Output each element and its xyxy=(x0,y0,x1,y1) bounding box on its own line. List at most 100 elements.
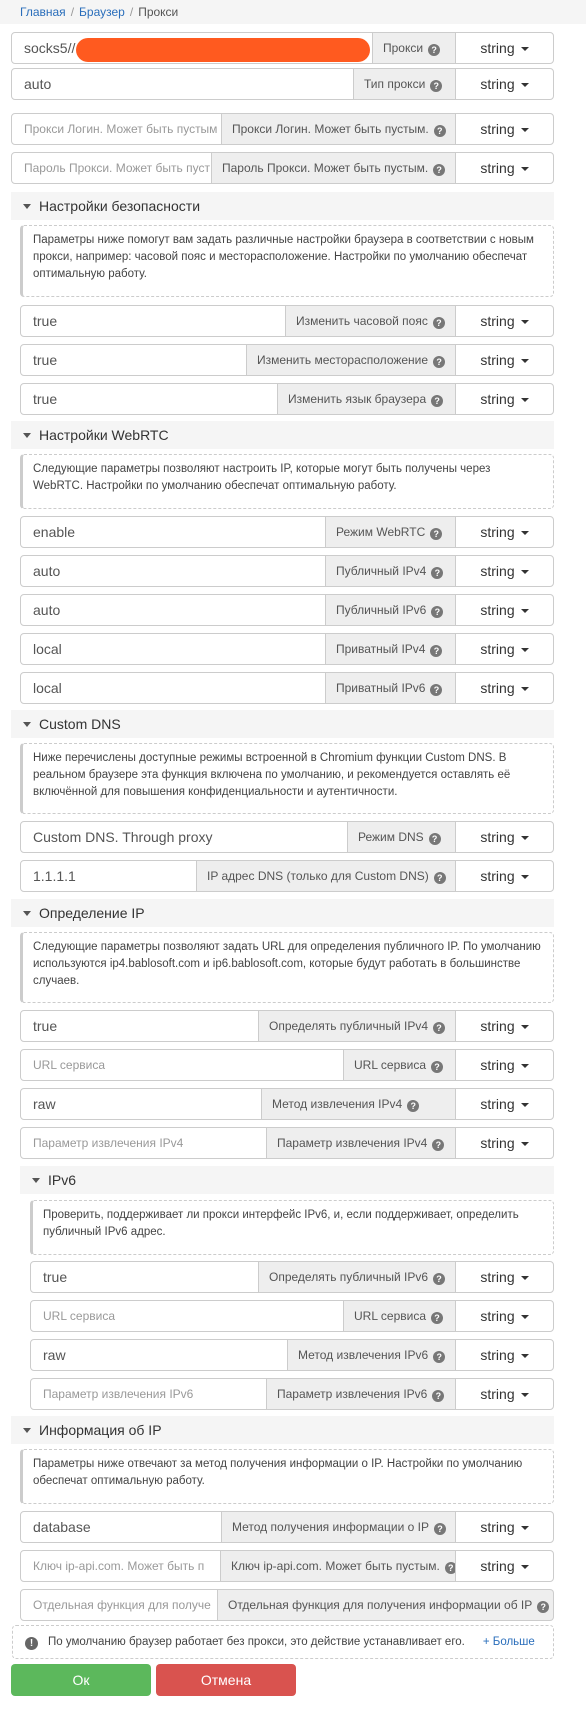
type-dropdown[interactable]: string xyxy=(455,152,554,184)
section-webrtc-header[interactable]: Настройки WebRTC xyxy=(11,421,554,449)
private-ipv4-input[interactable]: local xyxy=(20,633,326,665)
private-ipv6-input[interactable]: local xyxy=(20,672,326,704)
section-ip-detection-header[interactable]: Определение IP xyxy=(11,899,554,927)
caret-down-icon xyxy=(520,648,529,652)
extract-method-ipv4-input[interactable]: raw xyxy=(20,1088,262,1120)
caret-down-icon xyxy=(520,1354,529,1358)
public-ipv4-input[interactable]: auto xyxy=(20,555,326,587)
help-icon[interactable]: ? xyxy=(431,567,444,579)
type-dropdown[interactable]: string xyxy=(455,860,554,892)
type-dropdown[interactable]: string xyxy=(455,555,554,587)
type-dropdown[interactable]: string xyxy=(455,633,554,665)
type-dropdown[interactable]: string xyxy=(455,383,554,415)
help-icon[interactable]: ? xyxy=(430,80,443,92)
extract-method-ipv6-input[interactable]: raw xyxy=(30,1339,288,1371)
help-icon[interactable]: ? xyxy=(432,1390,445,1402)
type-dropdown[interactable]: string xyxy=(455,1378,554,1410)
help-icon[interactable]: ? xyxy=(431,395,444,407)
help-icon[interactable]: ? xyxy=(430,528,443,540)
ip-info-function-input[interactable]: Отдельная функция для получе xyxy=(20,1589,218,1621)
help-icon[interactable]: ? xyxy=(407,1100,420,1112)
section-custom-dns-header[interactable]: Custom DNS xyxy=(11,710,554,738)
dns-ip-input[interactable]: 1.1.1.1 xyxy=(20,860,197,892)
proxy-type-row: auto Тип прокси? string xyxy=(11,68,554,100)
ok-button[interactable]: Ок xyxy=(11,1664,151,1696)
type-dropdown[interactable]: string xyxy=(455,113,554,145)
help-icon[interactable]: ? xyxy=(432,317,445,329)
help-icon[interactable]: ? xyxy=(431,606,444,618)
detect-public-ipv4-input[interactable]: true xyxy=(20,1010,259,1042)
help-icon[interactable]: ? xyxy=(431,1061,443,1073)
caret-down-icon xyxy=(520,398,529,402)
ip-api-key-input[interactable]: Ключ ip-api.com. Может быть п xyxy=(20,1550,221,1582)
browser-language-input[interactable]: true xyxy=(20,383,278,415)
help-icon[interactable]: ? xyxy=(431,1312,443,1324)
type-dropdown[interactable]: string xyxy=(455,32,554,64)
help-icon[interactable]: ? xyxy=(430,684,443,696)
caret-down-icon xyxy=(520,83,529,87)
type-dropdown[interactable]: string xyxy=(455,1010,554,1042)
help-icon[interactable]: ? xyxy=(433,164,446,176)
webrtc-mode-input[interactable]: enable xyxy=(20,516,326,548)
public-ipv6-row: auto Публичный IPv6? string xyxy=(20,594,554,626)
help-icon[interactable]: ? xyxy=(428,44,441,56)
cancel-button[interactable]: Отмена xyxy=(156,1664,296,1696)
type-dropdown[interactable]: string xyxy=(455,1300,554,1332)
field-label: Ключ ip-api.com. Может быть пустым.? xyxy=(221,1550,457,1582)
more-link[interactable]: + Больше xyxy=(483,1636,535,1648)
help-icon[interactable]: ? xyxy=(430,645,443,657)
collapse-triangle-icon xyxy=(23,204,31,209)
help-icon[interactable]: ? xyxy=(433,356,446,368)
type-dropdown[interactable]: string xyxy=(455,68,554,100)
detect-public-ipv6-input[interactable]: true xyxy=(30,1261,259,1293)
ip-info-method-input[interactable]: database xyxy=(20,1511,222,1543)
type-dropdown[interactable]: string xyxy=(455,1127,554,1159)
service-url-ipv4-input[interactable]: URL сервиса xyxy=(20,1049,344,1081)
help-icon[interactable]: ? xyxy=(433,125,446,137)
location-input[interactable]: true xyxy=(20,344,247,376)
type-dropdown[interactable]: string xyxy=(455,305,554,337)
field-label: Режим WebRTC? xyxy=(326,516,455,548)
proxy-login-row: Прокси Логин. Может быть пустым Прокси Л… xyxy=(11,113,554,145)
breadcrumb-home-link[interactable]: Главная xyxy=(20,5,66,19)
section-ip-info-header[interactable]: Информация об IP xyxy=(11,1416,554,1444)
breadcrumb-current: Прокси xyxy=(138,5,179,19)
type-dropdown[interactable]: string xyxy=(455,821,554,853)
help-icon[interactable]: ? xyxy=(433,1523,446,1535)
type-dropdown[interactable]: string xyxy=(455,1049,554,1081)
extract-param-ipv6-input[interactable]: Параметр извлечения IPv6 xyxy=(30,1378,267,1410)
type-dropdown[interactable]: string xyxy=(455,344,554,376)
type-dropdown[interactable]: string xyxy=(455,1088,554,1120)
proxy-password-input[interactable]: Пароль Прокси. Может быть пуст xyxy=(11,152,212,184)
type-dropdown[interactable]: string xyxy=(455,672,554,704)
field-label: Режим DNS? xyxy=(348,821,455,853)
extract-param-ipv4-input[interactable]: Параметр извлечения IPv4 xyxy=(20,1127,267,1159)
help-icon[interactable]: ? xyxy=(428,833,441,845)
private-ipv4-row: local Приватный IPv4? string xyxy=(20,633,554,665)
field-label: Определять публичный IPv4? xyxy=(259,1010,455,1042)
public-ipv6-input[interactable]: auto xyxy=(20,594,326,626)
help-icon[interactable]: ? xyxy=(432,1139,445,1151)
help-icon[interactable]: ? xyxy=(433,1022,445,1034)
help-icon[interactable]: ? xyxy=(433,1351,446,1363)
dns-mode-input[interactable]: Custom DNS. Through proxy xyxy=(20,821,348,853)
timezone-input[interactable]: true xyxy=(20,305,286,337)
help-icon[interactable]: ? xyxy=(433,872,446,884)
caret-down-icon xyxy=(520,1565,529,1569)
type-dropdown[interactable]: string xyxy=(455,1550,554,1582)
service-url-ipv6-input[interactable]: URL сервиса xyxy=(30,1300,344,1332)
help-icon[interactable]: ? xyxy=(433,1273,445,1285)
proxy-type-input[interactable]: auto xyxy=(11,68,354,100)
type-dropdown[interactable]: string xyxy=(455,516,554,548)
section-security-header[interactable]: Настройки безопасности xyxy=(11,192,554,220)
breadcrumb-browser-link[interactable]: Браузер xyxy=(79,5,125,19)
type-dropdown[interactable]: string xyxy=(455,1261,554,1293)
type-dropdown[interactable]: string xyxy=(455,594,554,626)
type-dropdown[interactable]: string xyxy=(455,1339,554,1371)
help-icon[interactable]: ? xyxy=(537,1601,550,1613)
field-label: Прокси Логин. Может быть пустым.? xyxy=(222,113,455,145)
proxy-login-input[interactable]: Прокси Логин. Может быть пустым xyxy=(11,113,222,145)
type-dropdown[interactable]: string xyxy=(455,1511,554,1543)
caret-down-icon xyxy=(520,167,529,171)
section-ipv6-header[interactable]: IPv6 xyxy=(20,1166,554,1194)
